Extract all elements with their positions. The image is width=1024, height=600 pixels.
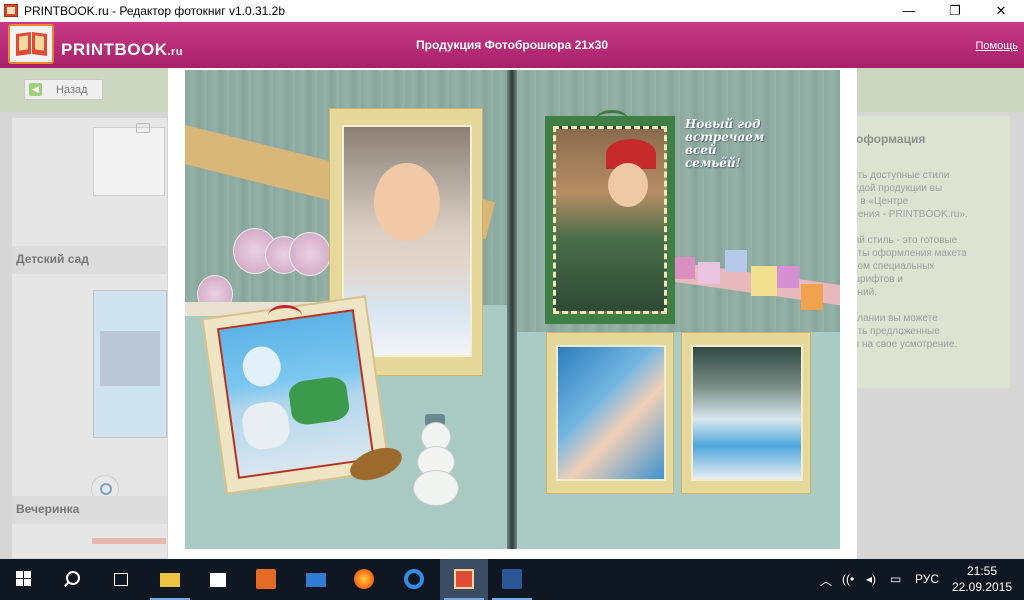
info-panel-text: ить доступные стили ждой продукции вы е … bbox=[852, 170, 968, 350]
language-indicator[interactable]: РУС bbox=[915, 572, 939, 586]
photo-child-santa-hat[interactable] bbox=[553, 126, 667, 314]
minimize-button[interactable]: — bbox=[886, 0, 932, 22]
photo-couple-winter[interactable] bbox=[556, 345, 666, 481]
taskbar-file-explorer[interactable] bbox=[146, 559, 194, 600]
info-panel-title: оформация bbox=[856, 132, 926, 146]
taskbar-edge[interactable] bbox=[390, 559, 438, 600]
hat-shape bbox=[240, 344, 284, 389]
search-icon bbox=[62, 569, 82, 589]
snowman-decoration bbox=[413, 408, 469, 506]
windows-logo-icon bbox=[14, 569, 34, 589]
app-logo-icon bbox=[4, 4, 18, 17]
house-decoration bbox=[751, 266, 777, 296]
style-thumbnail-kindergarten[interactable] bbox=[93, 290, 167, 438]
task-view-button[interactable] bbox=[96, 559, 144, 600]
maximize-button[interactable]: ❐ bbox=[932, 0, 978, 22]
page-title: Продукция Фотоброшюра 21x30 bbox=[415, 38, 608, 52]
house-decoration bbox=[698, 262, 720, 284]
store-icon bbox=[210, 573, 226, 587]
book-spread: Новый год встречаем всей семьёй! bbox=[185, 70, 840, 549]
tree-decoration bbox=[289, 232, 331, 276]
photo-frame[interactable] bbox=[545, 116, 675, 324]
jacket-shape bbox=[287, 375, 351, 427]
taskbar-printbook[interactable] bbox=[440, 559, 488, 600]
volume-icon[interactable]: ◂) bbox=[866, 572, 876, 586]
taskbar-mail[interactable] bbox=[292, 559, 340, 600]
show-hidden-icons-button[interactable]: ︿ bbox=[820, 572, 832, 589]
taskbar-store[interactable] bbox=[194, 559, 242, 600]
media-player-icon bbox=[256, 569, 276, 589]
photo-frame[interactable] bbox=[546, 332, 674, 494]
section-title-party: Вечеринка bbox=[16, 502, 80, 516]
face-shape bbox=[374, 163, 440, 241]
style-list-panel bbox=[12, 118, 167, 558]
house-decoration bbox=[801, 284, 823, 310]
firefox-icon bbox=[354, 569, 374, 589]
bow-decoration bbox=[268, 305, 302, 326]
mail-icon bbox=[306, 573, 326, 587]
back-button-label: Назад bbox=[56, 84, 88, 96]
printbook-icon bbox=[454, 569, 474, 589]
taskbar-word[interactable] bbox=[488, 559, 536, 600]
folder-icon bbox=[160, 573, 180, 587]
word-icon bbox=[502, 569, 522, 589]
house-decoration bbox=[777, 266, 799, 288]
window-title-bar: PRINTBOOK.ru - Редактор фотокниг v1.0.31… bbox=[0, 0, 1024, 22]
clock-time: 21:55 bbox=[966, 564, 998, 578]
help-link[interactable]: Помощь bbox=[976, 40, 1019, 52]
page-caption: Новый год встречаем всей семьёй! bbox=[685, 117, 765, 170]
start-button[interactable] bbox=[0, 559, 48, 600]
style-thumbnail-party[interactable] bbox=[92, 538, 166, 544]
taskbar-firefox[interactable] bbox=[340, 559, 388, 600]
window-title: PRINTBOOK.ru - Редактор фотокниг v1.0.31… bbox=[24, 4, 285, 18]
back-arrow-icon: ◀ bbox=[29, 83, 42, 96]
network-icon[interactable]: ((• bbox=[842, 572, 854, 586]
face-shape bbox=[608, 163, 648, 207]
search-button[interactable] bbox=[48, 559, 96, 600]
photo-frame[interactable] bbox=[681, 332, 811, 494]
house-decoration bbox=[673, 257, 695, 279]
photobook-preview: Новый год встречаем всей семьёй! bbox=[168, 68, 857, 559]
section-title-kindergarten: Детский сад bbox=[16, 252, 89, 266]
style-thumbnail[interactable] bbox=[93, 127, 165, 196]
house-decoration bbox=[725, 250, 747, 272]
photo-children-snow[interactable] bbox=[691, 345, 803, 481]
close-button[interactable]: ✕ bbox=[978, 0, 1024, 22]
book-spine bbox=[507, 70, 517, 549]
taskbar-media-player[interactable] bbox=[242, 559, 290, 600]
notifications-icon[interactable]: ▭ bbox=[890, 572, 901, 586]
task-view-icon bbox=[110, 569, 130, 589]
camera-icon bbox=[136, 123, 150, 133]
photo-kids-snow[interactable] bbox=[216, 309, 375, 479]
clock-date: 22.09.2015 bbox=[951, 580, 1013, 594]
windows-taskbar: ︿ ((• ◂) ▭ РУС 21:55 22.09.2015 bbox=[0, 559, 1024, 600]
back-button[interactable]: ◀ Назад bbox=[24, 79, 103, 100]
hood-shape bbox=[239, 399, 292, 452]
clock[interactable]: 21:55 22.09.2015 bbox=[948, 563, 1016, 595]
edge-icon bbox=[404, 569, 424, 589]
app-header: PRINTBOOK.ru Продукция Фотоброшюра 21x30… bbox=[0, 22, 1024, 68]
bow-decoration bbox=[595, 110, 629, 131]
